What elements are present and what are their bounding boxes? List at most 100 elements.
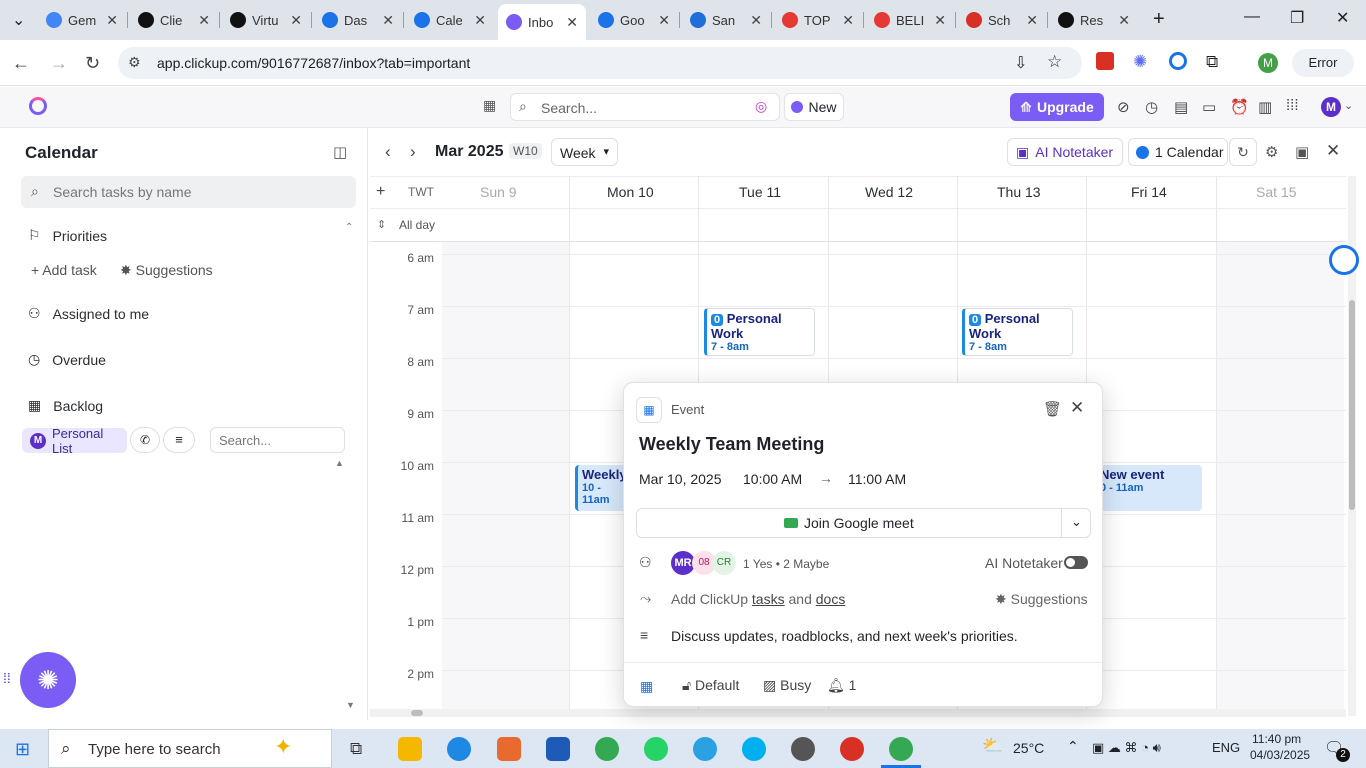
- delete-trash-icon[interactable]: 🗑: [1043, 400, 1062, 418]
- install-icon[interactable]: ⇩: [1014, 53, 1027, 73]
- close-calendar-icon[interactable]: ✕: [1326, 141, 1340, 161]
- phone-filter-icon[interactable]: ✆: [130, 427, 160, 453]
- ai-notetaker-toggle[interactable]: [1064, 556, 1088, 569]
- weather-icon[interactable]: ⛅: [982, 736, 1003, 756]
- close-window-icon[interactable]: ✕: [1336, 8, 1349, 28]
- language-indicator[interactable]: ENG: [1212, 740, 1240, 755]
- skype-icon[interactable]: [742, 737, 766, 761]
- attendee-avatar[interactable]: CR: [712, 551, 736, 575]
- tab-close-icon[interactable]: ✕: [1118, 12, 1130, 29]
- day-header-thu[interactable]: Thu 13: [997, 184, 1041, 200]
- calendars-button[interactable]: 1 Calendar: [1128, 138, 1228, 166]
- floating-clickup-icon[interactable]: [1329, 245, 1359, 275]
- tray-chevron-icon[interactable]: ⌃: [1067, 738, 1079, 755]
- chrome-active-icon[interactable]: [889, 737, 913, 761]
- panel-icon[interactable]: ▣: [1295, 143, 1309, 161]
- maximize-icon[interactable]: ❐: [1290, 8, 1304, 28]
- temperature-text[interactable]: 25°C: [1013, 740, 1044, 756]
- taskbar-search-input[interactable]: ⌕ Type here to search ✦: [48, 729, 332, 768]
- event-date[interactable]: Mar 10, 2025: [639, 471, 722, 487]
- extension-clickup-icon[interactable]: [1169, 52, 1187, 70]
- chrome-icon[interactable]: [595, 737, 619, 761]
- browser-tab[interactable]: Sch ✕: [958, 6, 1046, 34]
- upgrade-button[interactable]: ⟰ Upgrade: [1010, 93, 1104, 121]
- notepad-icon[interactable]: ▤: [1174, 98, 1188, 116]
- store-icon[interactable]: [546, 737, 570, 761]
- back-icon[interactable]: ←: [12, 53, 30, 74]
- horizontal-scrollbar[interactable]: [370, 709, 1346, 717]
- new-button[interactable]: New: [784, 93, 844, 121]
- apps-grid-icon[interactable]: ⁞⁞⁞: [1286, 97, 1299, 114]
- timer-icon[interactable]: ◷: [1145, 98, 1158, 116]
- suggestions-button[interactable]: ✸ Suggestions: [995, 591, 1088, 608]
- reload-icon[interactable]: ↻: [85, 53, 100, 74]
- error-button[interactable]: Error: [1292, 49, 1354, 77]
- prev-week-icon[interactable]: ‹: [385, 142, 391, 162]
- minimize-icon[interactable]: —: [1244, 8, 1260, 26]
- browser-tab[interactable]: BELI ✕: [866, 6, 954, 34]
- browser-tab[interactable]: San ✕: [682, 6, 770, 34]
- browser-tab[interactable]: Das ✕: [314, 6, 402, 34]
- event-title[interactable]: Weekly Team Meeting: [639, 434, 824, 455]
- scrollbar-thumb[interactable]: [1349, 300, 1355, 510]
- copilot-icon[interactable]: [497, 737, 521, 761]
- tab-search-icon[interactable]: ⌄: [12, 10, 25, 30]
- day-header-mon[interactable]: Mon 10: [607, 184, 654, 200]
- browser-tab[interactable]: Gem ✕: [38, 6, 126, 34]
- tab-close-icon[interactable]: ✕: [474, 12, 486, 29]
- browser-tab[interactable]: Res ✕: [1050, 6, 1138, 34]
- check-circle-icon[interactable]: ⊘: [1117, 98, 1130, 116]
- edge-icon[interactable]: [447, 737, 471, 761]
- extension-megaphone-icon[interactable]: [1096, 52, 1114, 70]
- chevron-down-icon[interactable]: ⌄: [1344, 99, 1353, 112]
- scroll-up-icon[interactable]: ▲: [335, 458, 344, 468]
- add-event-button[interactable]: +: [376, 183, 385, 201]
- day-header-tue[interactable]: Tue 11: [739, 184, 781, 200]
- ai-notetaker-button[interactable]: ▣ AI Notetaker: [1007, 138, 1123, 166]
- browser-tab[interactable]: Goo ✕: [590, 6, 678, 34]
- collapse-sidebar-icon[interactable]: ◫: [333, 143, 347, 161]
- tab-close-icon[interactable]: ✕: [658, 12, 670, 29]
- forward-icon[interactable]: →: [50, 53, 68, 74]
- sync-icon[interactable]: ↻: [1229, 138, 1257, 166]
- event-personal-work-thu[interactable]: 0 Personal Work 7 - 8am: [962, 308, 1073, 356]
- docs-link[interactable]: docs: [816, 591, 846, 607]
- event-end-time[interactable]: 11:00 AM: [848, 471, 906, 487]
- tab-close-icon[interactable]: ✕: [1026, 12, 1038, 29]
- tab-close-icon[interactable]: ✕: [934, 12, 946, 29]
- scrollbar-thumb[interactable]: [411, 710, 423, 716]
- visibility-default-button[interactable]: 🔓︎ Default: [682, 677, 739, 694]
- url-text[interactable]: app.clickup.com/9016772687/inbox?tab=imp…: [157, 55, 470, 71]
- tab-close-icon[interactable]: ✕: [106, 12, 118, 29]
- day-header-sat[interactable]: Sat 15: [1256, 184, 1296, 200]
- drag-handle-icon[interactable]: ⁞⁞: [3, 670, 11, 686]
- windows-start-icon[interactable]: ⊞: [15, 739, 30, 760]
- priorities-section[interactable]: ⚐ Priorities: [28, 227, 107, 244]
- alarm-icon[interactable]: ⏰: [1230, 98, 1249, 116]
- ai-brain-icon[interactable]: ◎: [755, 98, 767, 115]
- close-popover-icon[interactable]: ✕: [1070, 398, 1084, 418]
- next-week-icon[interactable]: ›: [410, 142, 416, 162]
- clock-time[interactable]: 11:40 pm: [1252, 732, 1301, 746]
- event-description[interactable]: Discuss updates, roadblocks, and next we…: [671, 628, 1018, 644]
- browser-tab[interactable]: TOP ✕: [774, 6, 862, 34]
- browser-tab[interactable]: Cale ✕: [406, 6, 494, 34]
- list-search-input[interactable]: Search...: [210, 427, 345, 453]
- day-header-sun[interactable]: Sun 9: [480, 184, 517, 200]
- join-meet-button[interactable]: Join Google meet ⌄: [636, 508, 1091, 538]
- ai-assistant-button[interactable]: ✺: [20, 652, 76, 708]
- collapse-priorities-icon[interactable]: ⌃: [345, 222, 353, 233]
- video-icon[interactable]: ▭: [1202, 98, 1216, 116]
- settings-gear-icon[interactable]: ⚙: [1265, 143, 1278, 161]
- tab-close-icon[interactable]: ✕: [750, 12, 762, 29]
- tab-close-icon[interactable]: ✕: [198, 12, 210, 29]
- day-header-fri[interactable]: Fri 14: [1131, 184, 1167, 200]
- tab-close-icon[interactable]: ✕: [382, 12, 394, 29]
- personal-list-chip[interactable]: M Personal List: [22, 426, 127, 456]
- scroll-down-icon[interactable]: ▼: [346, 700, 355, 710]
- suggestions-button[interactable]: ✸ Suggestions: [120, 262, 213, 279]
- calendar-icon[interactable]: ▦: [483, 97, 496, 114]
- calendar-icon[interactable]: ▦: [640, 678, 653, 695]
- tasks-link[interactable]: tasks: [752, 591, 785, 607]
- docs-icon[interactable]: ▥: [1258, 98, 1272, 116]
